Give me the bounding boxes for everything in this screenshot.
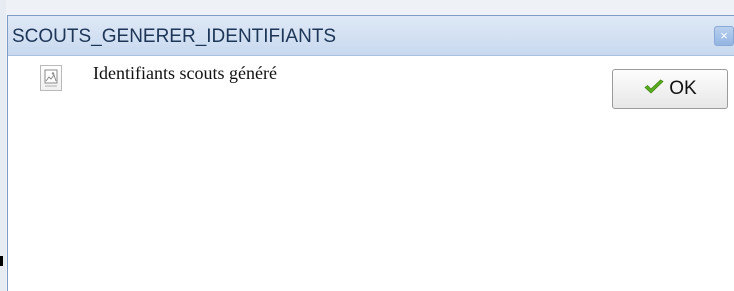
- ok-button-label: OK: [669, 78, 697, 99]
- document-image-icon-graphic: [44, 69, 58, 87]
- check-icon-graphic: [644, 79, 664, 94]
- dialog-title: SCOUTS_GENERER_IDENTIFIANTS: [12, 26, 337, 47]
- close-icon: ×: [720, 28, 728, 43]
- dialog-body: Identifiants scouts généré OK: [8, 56, 734, 291]
- ok-button[interactable]: OK: [612, 69, 728, 109]
- check-icon: [643, 79, 665, 100]
- background-panel: [0, 0, 6, 291]
- edge-marker: [0, 256, 3, 266]
- page: SCOUTS_GENERER_IDENTIFIANTS × Identifian…: [0, 0, 734, 291]
- message-dialog: SCOUTS_GENERER_IDENTIFIANTS × Identifian…: [7, 15, 734, 291]
- document-image-icon: [40, 65, 62, 91]
- close-button[interactable]: ×: [714, 26, 734, 46]
- dialog-titlebar[interactable]: SCOUTS_GENERER_IDENTIFIANTS ×: [8, 16, 734, 56]
- dialog-message: Identifiants scouts généré: [93, 63, 277, 83]
